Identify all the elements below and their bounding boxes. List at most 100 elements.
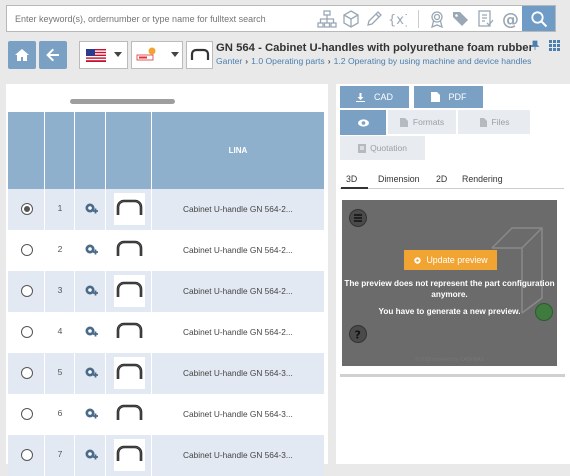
horizontal-scrollbar[interactable] — [70, 99, 175, 104]
product-thumbnail — [114, 357, 145, 389]
grid-icon[interactable] — [549, 40, 560, 51]
row-name: Cabinet U-handle GN 564-2... — [183, 245, 293, 255]
product-thumbnail — [114, 234, 145, 266]
quotation-icon — [358, 143, 367, 153]
breadcrumb: Ganter › 1.0 Operating parts › 1.2 Operating… — [216, 56, 554, 66]
table-row[interactable]: 2 Cabinet U-handle GN 564-2... — [8, 230, 324, 271]
catalog-dropdown[interactable] — [131, 41, 183, 69]
row-name: Cabinet U-handle GN 564-3... — [183, 450, 293, 460]
pin-icon[interactable] — [530, 40, 540, 50]
configure-icon[interactable] — [84, 284, 98, 298]
product-thumbnail — [114, 316, 145, 348]
search-button[interactable] — [522, 6, 555, 31]
row-radio[interactable] — [21, 408, 33, 420]
product-thumbnail — [186, 41, 213, 69]
row-number: 4 — [57, 326, 63, 336]
update-preview-button[interactable]: Update preview — [404, 250, 497, 270]
at-icon[interactable]: @ — [501, 9, 521, 29]
tab-formats[interactable]: Formats — [388, 110, 456, 134]
back-button[interactable] — [39, 41, 67, 69]
svg-text:@: @ — [502, 10, 519, 29]
language-dropdown[interactable] — [79, 41, 128, 69]
configure-icon[interactable] — [84, 366, 98, 380]
row-number: 5 — [57, 367, 63, 377]
product-thumbnail — [114, 439, 145, 471]
svg-text:?: ? — [355, 329, 361, 342]
preview-message-line3: You have to generate a new preview. — [378, 307, 521, 316]
3d-format-icon[interactable] — [535, 303, 553, 321]
table-row[interactable]: 1 Cabinet U-handle GN 564-2... — [8, 189, 324, 230]
row-name: Cabinet U-handle GN 564-3... — [183, 409, 293, 419]
arrow-left-icon — [46, 48, 59, 62]
configure-icon[interactable] — [84, 448, 98, 462]
configure-icon[interactable] — [84, 202, 98, 216]
svg-text:{x}: {x} — [388, 13, 407, 28]
row-radio[interactable] — [21, 326, 33, 338]
row-number: 3 — [57, 285, 63, 295]
tab-quotation-label: Quotation — [370, 143, 407, 153]
viewer-footer: © 2022 powered by CADENAS — [415, 357, 484, 363]
tab-2d[interactable]: 2D — [436, 174, 447, 184]
row-radio[interactable] — [21, 203, 33, 215]
breadcrumb-item[interactable]: 1.2 Operating by using machine and devic… — [334, 56, 532, 66]
preview-message: The preview does not represent the part … — [342, 278, 557, 317]
table-row[interactable]: 6 Cabinet U-handle GN 564-3... — [8, 394, 324, 435]
variable-icon[interactable]: {x} — [387, 9, 407, 29]
cube-icon[interactable] — [341, 9, 361, 29]
cad-button[interactable]: CAD — [340, 86, 409, 108]
menu-icon[interactable] — [349, 209, 367, 227]
tab-3d[interactable]: 3D — [346, 174, 357, 184]
home-button[interactable] — [8, 41, 36, 69]
tab-files-label: Files — [491, 117, 510, 127]
eye-icon — [357, 118, 369, 127]
pdf-button[interactable]: PDF — [414, 86, 483, 108]
table-row[interactable]: 3 Cabinet U-handle GN 564-2... — [8, 271, 324, 312]
update-preview-label: Update preview — [426, 255, 488, 265]
row-number: 2 — [57, 244, 63, 254]
configure-icon[interactable] — [84, 325, 98, 339]
tab-files[interactable]: Files — [458, 110, 530, 134]
search-input[interactable] — [7, 6, 307, 31]
table-row[interactable]: 4 Cabinet U-handle GN 564-2... — [8, 312, 324, 353]
download-icon — [355, 92, 365, 102]
row-radio[interactable] — [21, 285, 33, 297]
help-icon[interactable]: ? — [349, 325, 367, 343]
table-row[interactable]: 5 Cabinet U-handle GN 564-3... — [8, 353, 324, 394]
breadcrumb-item[interactable]: Ganter — [216, 56, 242, 66]
award-icon[interactable] — [427, 9, 447, 29]
tab-preview[interactable] — [340, 110, 386, 135]
product-thumbnail — [114, 275, 145, 307]
page-title: GN 564 - Cabinet U-handles with polyuret… — [216, 42, 533, 54]
u-handle-icon — [190, 48, 209, 60]
search-icon — [530, 10, 547, 27]
row-radio[interactable] — [21, 449, 33, 461]
catalog-logo — [136, 47, 156, 61]
table-row[interactable]: 7 Cabinet U-handle GN 564-3... — [8, 435, 324, 476]
row-radio[interactable] — [21, 244, 33, 256]
document-icon — [430, 92, 440, 102]
checklist-icon[interactable] — [476, 9, 496, 29]
column-header-lina[interactable]: LINA — [152, 112, 324, 189]
configure-icon[interactable] — [84, 243, 98, 257]
breadcrumb-item[interactable]: 1.0 Operating parts — [251, 56, 325, 66]
tags-icon[interactable] — [451, 9, 471, 29]
tab-quotation[interactable]: Quotation — [340, 136, 425, 160]
file-icon — [399, 117, 408, 127]
row-number: 7 — [57, 449, 63, 459]
tab-dimension[interactable]: Dimension — [378, 174, 420, 184]
3d-viewer[interactable]: The preview does not represent the part … — [342, 200, 557, 366]
configure-icon[interactable] — [84, 407, 98, 421]
preview-message-line2: anymore. — [431, 290, 468, 299]
preview-message-line1: The preview does not represent the part … — [344, 279, 555, 288]
chevron-right-icon: › — [245, 56, 249, 66]
product-thumbnail — [114, 398, 145, 430]
gear-icon — [414, 256, 422, 264]
product-thumbnail — [114, 193, 145, 225]
home-icon — [15, 49, 29, 61]
hierarchy-icon[interactable] — [317, 9, 337, 29]
table-header: LINA — [8, 112, 324, 189]
pencil-icon[interactable] — [364, 9, 384, 29]
tab-rendering[interactable]: Rendering — [462, 174, 503, 184]
tab-formats-label: Formats — [412, 117, 445, 127]
row-radio[interactable] — [21, 367, 33, 379]
